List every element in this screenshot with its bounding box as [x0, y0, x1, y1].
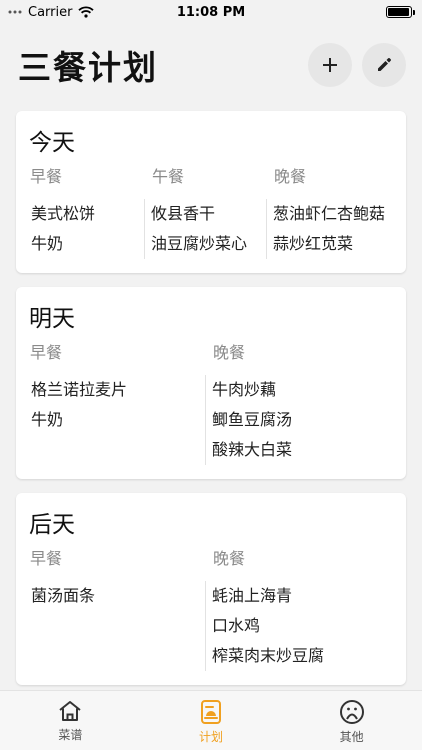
meal-label: 午餐	[152, 167, 185, 186]
edit-button[interactable]	[362, 43, 406, 87]
tab-other[interactable]: 其他	[281, 691, 422, 750]
dish-item[interactable]: 蒜炒红苋菜	[273, 229, 388, 259]
page-title: 三餐计划	[18, 48, 158, 87]
signal-dots-icon	[8, 10, 22, 14]
dish-item[interactable]: 葱油虾仁杏鲍菇	[273, 199, 388, 229]
day-card-day-after[interactable]: 后天 早餐 菌汤面条 晚餐 蚝油上海青 口水鸡 榨菜肉末炒豆腐	[16, 493, 406, 685]
header-actions	[308, 43, 406, 87]
meals-row: 早餐 菌汤面条 晚餐 蚝油上海青 口水鸡 榨菜肉末炒豆腐	[28, 547, 394, 671]
battery-icon	[386, 6, 415, 18]
day-title: 后天	[29, 512, 75, 538]
dish-item[interactable]: 蚝油上海青	[212, 581, 388, 611]
tab-label: 计划	[199, 730, 224, 744]
meal-breakfast: 早餐 菌汤面条	[28, 547, 211, 671]
tab-plan[interactable]: 计划	[141, 691, 282, 750]
meal-dinner: 晚餐 葱油虾仁杏鲍菇 蒜炒红苋菜	[266, 165, 394, 259]
meals-row: 早餐 格兰诺拉麦片 牛奶 晚餐 牛肉炒藕 鲫鱼豆腐汤 酸辣大白菜	[28, 341, 394, 465]
dish-item[interactable]: 酸辣大白菜	[212, 435, 388, 465]
dish-item[interactable]: 牛奶	[31, 405, 205, 435]
page-header: 三餐计划	[0, 24, 422, 106]
tab-recipes[interactable]: 菜谱	[0, 691, 141, 750]
battery-fill	[388, 8, 409, 16]
dish-item[interactable]: 油豆腐炒菜心	[151, 229, 266, 259]
dish-item[interactable]: 榨菜肉末炒豆腐	[212, 641, 388, 671]
meal-label: 晚餐	[274, 167, 307, 186]
day-title: 明天	[29, 306, 75, 332]
meal-label: 早餐	[30, 167, 63, 186]
day-card-tomorrow[interactable]: 明天 早餐 格兰诺拉麦片 牛奶 晚餐 牛肉炒藕 鲫鱼豆腐汤 酸辣大白菜	[16, 287, 406, 479]
dish-item[interactable]: 牛奶	[31, 229, 144, 259]
dish-item[interactable]: 鲫鱼豆腐汤	[212, 405, 388, 435]
meal-dinner: 晚餐 牛肉炒藕 鲫鱼豆腐汤 酸辣大白菜	[205, 341, 394, 465]
tab-label: 菜谱	[58, 728, 83, 742]
pencil-icon	[378, 57, 392, 71]
plus-icon	[323, 58, 337, 72]
dish-item[interactable]: 攸县香干	[151, 199, 266, 229]
status-left: Carrier	[8, 4, 95, 20]
meal-label: 早餐	[30, 549, 63, 568]
meal-label: 晚餐	[213, 343, 246, 362]
dish-item[interactable]: 牛肉炒藕	[212, 375, 388, 405]
meal-label: 早餐	[30, 343, 63, 362]
add-button[interactable]	[308, 43, 352, 87]
meal-lunch: 午餐 攸县香干 油豆腐炒菜心	[144, 165, 272, 259]
meals-row: 早餐 美式松饼 牛奶 午餐 攸县香干 油豆腐炒菜心 晚餐 葱油虾仁杏鲍菇 蒜炒红…	[28, 165, 394, 259]
day-title: 今天	[29, 130, 75, 156]
meal-dinner: 晚餐 蚝油上海青 口水鸡 榨菜肉末炒豆腐	[205, 547, 394, 671]
meal-label: 晚餐	[213, 549, 246, 568]
carrier-label: Carrier	[28, 4, 73, 20]
dish-item[interactable]: 美式松饼	[31, 199, 144, 229]
tab-label: 其他	[339, 730, 364, 744]
dish-item[interactable]: 格兰诺拉麦片	[31, 375, 205, 405]
home-icon	[59, 701, 81, 721]
face-icon	[339, 700, 364, 724]
meal-breakfast: 早餐 格兰诺拉麦片 牛奶	[28, 341, 211, 465]
dish-item[interactable]: 菌汤面条	[31, 581, 205, 611]
plan-list[interactable]: 今天 早餐 美式松饼 牛奶 午餐 攸县香干 油豆腐炒菜心 晚餐 葱油虾仁杏鲍菇	[0, 106, 422, 690]
tab-bar: 菜谱 计划 其他	[0, 690, 422, 750]
day-card-today[interactable]: 今天 早餐 美式松饼 牛奶 午餐 攸县香干 油豆腐炒菜心 晚餐 葱油虾仁杏鲍菇	[16, 111, 406, 273]
dish-item[interactable]: 口水鸡	[212, 611, 388, 641]
status-bar: Carrier 11:08 PM	[0, 0, 422, 24]
wifi-icon	[78, 6, 95, 18]
meal-breakfast: 早餐 美式松饼 牛奶	[28, 165, 150, 259]
plan-icon	[201, 700, 221, 724]
